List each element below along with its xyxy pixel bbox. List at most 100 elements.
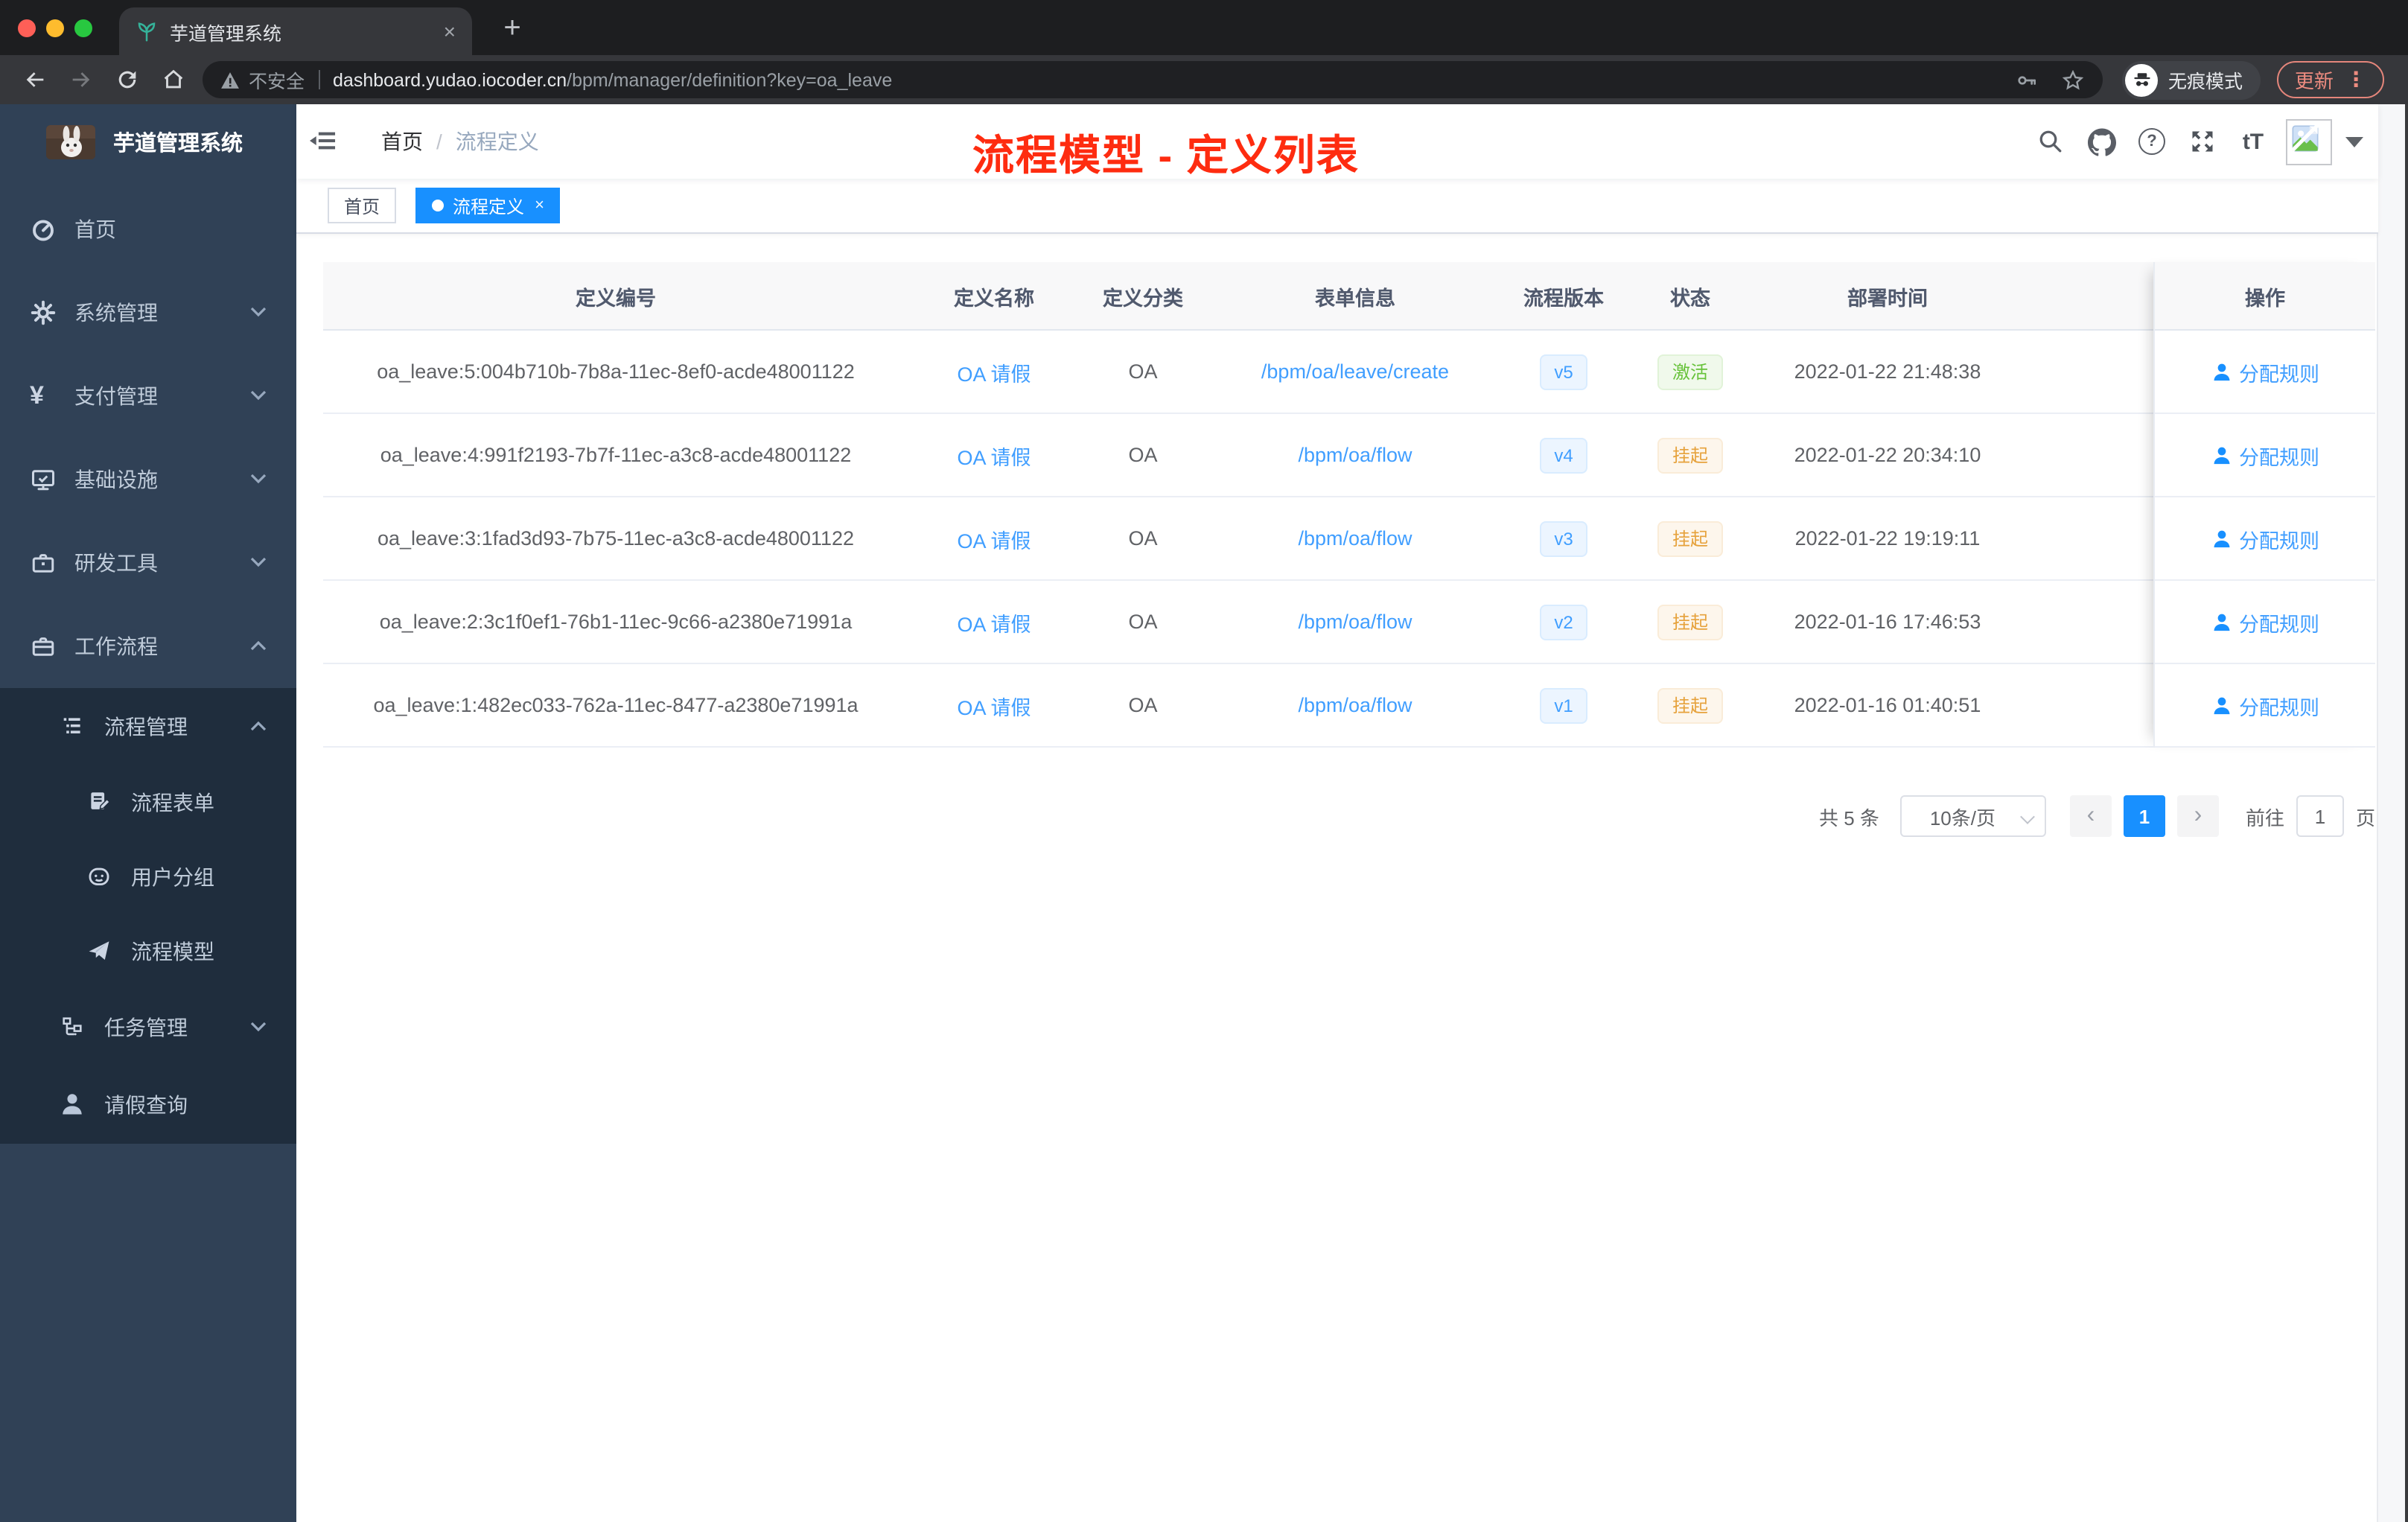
definition-table: 定义编号 定义名称 定义分类 表单信息 流程版本 状态 部署时间 oa_leav… <box>323 262 2375 748</box>
tag-close-icon[interactable]: × <box>535 197 544 214</box>
cell-category: OA <box>1128 694 1158 716</box>
sidebar-item-process-model[interactable]: 流程模型 <box>0 914 296 989</box>
sidebar-item-leave-query[interactable]: 请假查询 <box>0 1066 296 1144</box>
table-row: oa_leave:5:004b710b-7b8a-11ec-8ef0-acde4… <box>323 331 2375 414</box>
col-header-status: 状态 <box>1670 287 1710 309</box>
definition-name-link[interactable]: OA 请假 <box>957 613 1031 635</box>
avatar[interactable] <box>2286 118 2332 165</box>
font-size-icon[interactable]: tT <box>2228 104 2278 179</box>
definition-name-link[interactable]: OA 请假 <box>957 363 1031 385</box>
assign-rule-button[interactable]: 分配规则 <box>2211 440 2319 470</box>
goto-label: 前往 <box>2245 806 2284 829</box>
sidebar-item-infrastructure[interactable]: 基础设施 <box>0 438 296 521</box>
update-button[interactable]: 更新 ⋮ <box>2277 61 2385 98</box>
cell-deploy-time: 2022-01-22 19:19:11 <box>1794 527 1981 550</box>
definition-name-link[interactable]: OA 请假 <box>957 446 1031 468</box>
sidebar-item-system[interactable]: 系统管理 <box>0 271 296 354</box>
address-bar[interactable]: 不安全 dashboard.yudao.iocoder.cn/bpm/manag… <box>203 61 2103 98</box>
status-badge: 挂起 <box>1657 437 1723 473</box>
table-row: oa_leave:4:991f2193-7b7f-11ec-a3c8-acde4… <box>323 414 2375 497</box>
select-chevron-icon <box>2020 809 2035 824</box>
security-label[interactable]: 不安全 <box>249 66 305 94</box>
goto-page-input[interactable] <box>2296 795 2344 837</box>
assign-rule-button[interactable]: 分配规则 <box>2211 690 2319 720</box>
form-link[interactable]: /bpm/oa/leave/create <box>1261 360 1449 383</box>
sidebar-item-home[interactable]: 首页 <box>0 188 296 271</box>
traffic-light-close[interactable] <box>18 19 36 37</box>
forward-icon[interactable] <box>58 60 104 100</box>
sidebar-item-label: 首页 <box>74 217 116 241</box>
chevron-down-icon <box>250 557 267 567</box>
form-link[interactable]: /bpm/oa/flow <box>1298 444 1412 466</box>
breadcrumb-home[interactable]: 首页 <box>381 130 423 153</box>
cell-definition-id: oa_leave:2:3c1f0ef1-76b1-11ec-9c66-a2380… <box>379 611 853 633</box>
assign-rule-button[interactable]: 分配规则 <box>2211 523 2319 553</box>
help-icon[interactable]: ? <box>2127 104 2177 179</box>
org-tree-icon <box>60 1014 86 1041</box>
assign-rule-button[interactable]: 分配规则 <box>2211 357 2319 386</box>
password-key-icon[interactable] <box>2015 68 2039 92</box>
avatar-dropdown-caret-icon[interactable] <box>2345 136 2363 147</box>
app-logo[interactable]: 芋道管理系统 <box>0 104 296 179</box>
bookmark-star-icon[interactable] <box>2061 68 2085 92</box>
github-icon[interactable] <box>2076 104 2127 179</box>
form-link[interactable]: /bpm/oa/flow <box>1298 527 1412 550</box>
dashboard-icon <box>30 216 57 243</box>
tag-label: 流程定义 <box>453 196 525 217</box>
back-icon[interactable] <box>12 60 58 100</box>
search-icon[interactable] <box>2025 104 2076 179</box>
new-tab-button[interactable]: + <box>493 10 532 49</box>
cell-definition-id: oa_leave:1:482ec033-762a-11ec-8477-a2380… <box>373 694 859 716</box>
page-size-select[interactable]: 10条/页 <box>1899 795 2046 837</box>
form-link[interactable]: /bpm/oa/flow <box>1298 694 1412 716</box>
prev-page-button[interactable]: ‹ <box>2069 795 2112 837</box>
sidebar-item-label: 研发工具 <box>74 551 158 575</box>
cell-definition-id: oa_leave:5:004b710b-7b8a-11ec-8ef0-acde4… <box>377 360 855 383</box>
sidebar-item-label: 流程管理 <box>104 715 188 739</box>
sidebar-toggle-icon[interactable] <box>310 127 338 155</box>
traffic-light-minimize[interactable] <box>46 19 64 37</box>
browser-menu-icon[interactable]: ⋮ <box>2345 67 2366 92</box>
form-link[interactable]: /bpm/oa/flow <box>1298 611 1412 633</box>
page-scrollbar[interactable] <box>2377 104 2405 1522</box>
tag-home[interactable]: 首页 <box>328 188 397 223</box>
sidebar-item-user-group[interactable]: 用户分组 <box>0 840 296 914</box>
tag-process-definition[interactable]: 流程定义 × <box>415 188 561 223</box>
assign-rule-button[interactable]: 分配规则 <box>2211 607 2319 637</box>
sidebar-item-process-form[interactable]: 流程表单 <box>0 765 296 840</box>
pagination: 共 5 条 10条/页 ‹ 1 › 前往 页 <box>323 795 2375 837</box>
sidebar-item-dev-tools[interactable]: 研发工具 <box>0 521 296 605</box>
incognito-label: 无痕模式 <box>2168 71 2243 92</box>
traffic-light-zoom[interactable] <box>74 19 92 37</box>
cell-deploy-time: 2022-01-16 17:46:53 <box>1794 611 1981 633</box>
next-page-button[interactable]: › <box>2176 795 2219 837</box>
person-icon <box>2213 696 2229 714</box>
sidebar-item-payment[interactable]: ¥ 支付管理 <box>0 354 296 438</box>
logo-avatar <box>46 124 95 159</box>
browser-tab[interactable]: 芋道管理系统 × <box>119 7 472 55</box>
version-badge: v4 <box>1539 437 1588 473</box>
person-icon <box>2213 363 2229 380</box>
sidebar-item-label: 请假查询 <box>104 1093 188 1117</box>
sidebar-item-task-management[interactable]: 任务管理 <box>0 989 296 1066</box>
definition-name-link[interactable]: OA 请假 <box>957 696 1031 719</box>
sidebar: 芋道管理系统 首页 系统管理 ¥ 支付管理 基础设施 研发工具 工作流程 流程管… <box>0 104 296 1522</box>
fixed-operations-column: 操作 分配规则 分配规则 分配规则 分配规则 分配规则 <box>2153 262 2375 748</box>
active-dot <box>432 200 445 211</box>
cell-category: OA <box>1128 444 1158 466</box>
page-unit-label: 页 <box>2355 806 2375 829</box>
person-icon <box>2213 613 2229 631</box>
sidebar-item-process-management[interactable]: 流程管理 <box>0 688 296 765</box>
sidebar-item-workflow[interactable]: 工作流程 <box>0 605 296 688</box>
toolbox-icon <box>30 550 57 576</box>
fullscreen-icon[interactable] <box>2177 104 2228 179</box>
security-warning-icon <box>220 71 240 89</box>
page-number-active[interactable]: 1 <box>2123 795 2165 837</box>
definition-name-link[interactable]: OA 请假 <box>957 529 1031 552</box>
update-label[interactable]: 更新 <box>2295 66 2334 94</box>
tab-close-icon[interactable]: × <box>444 21 456 42</box>
reload-icon[interactable] <box>104 60 150 100</box>
breadcrumb-current: 流程定义 <box>455 130 539 153</box>
chevron-down-icon <box>250 1022 267 1032</box>
home-icon[interactable] <box>150 60 197 100</box>
